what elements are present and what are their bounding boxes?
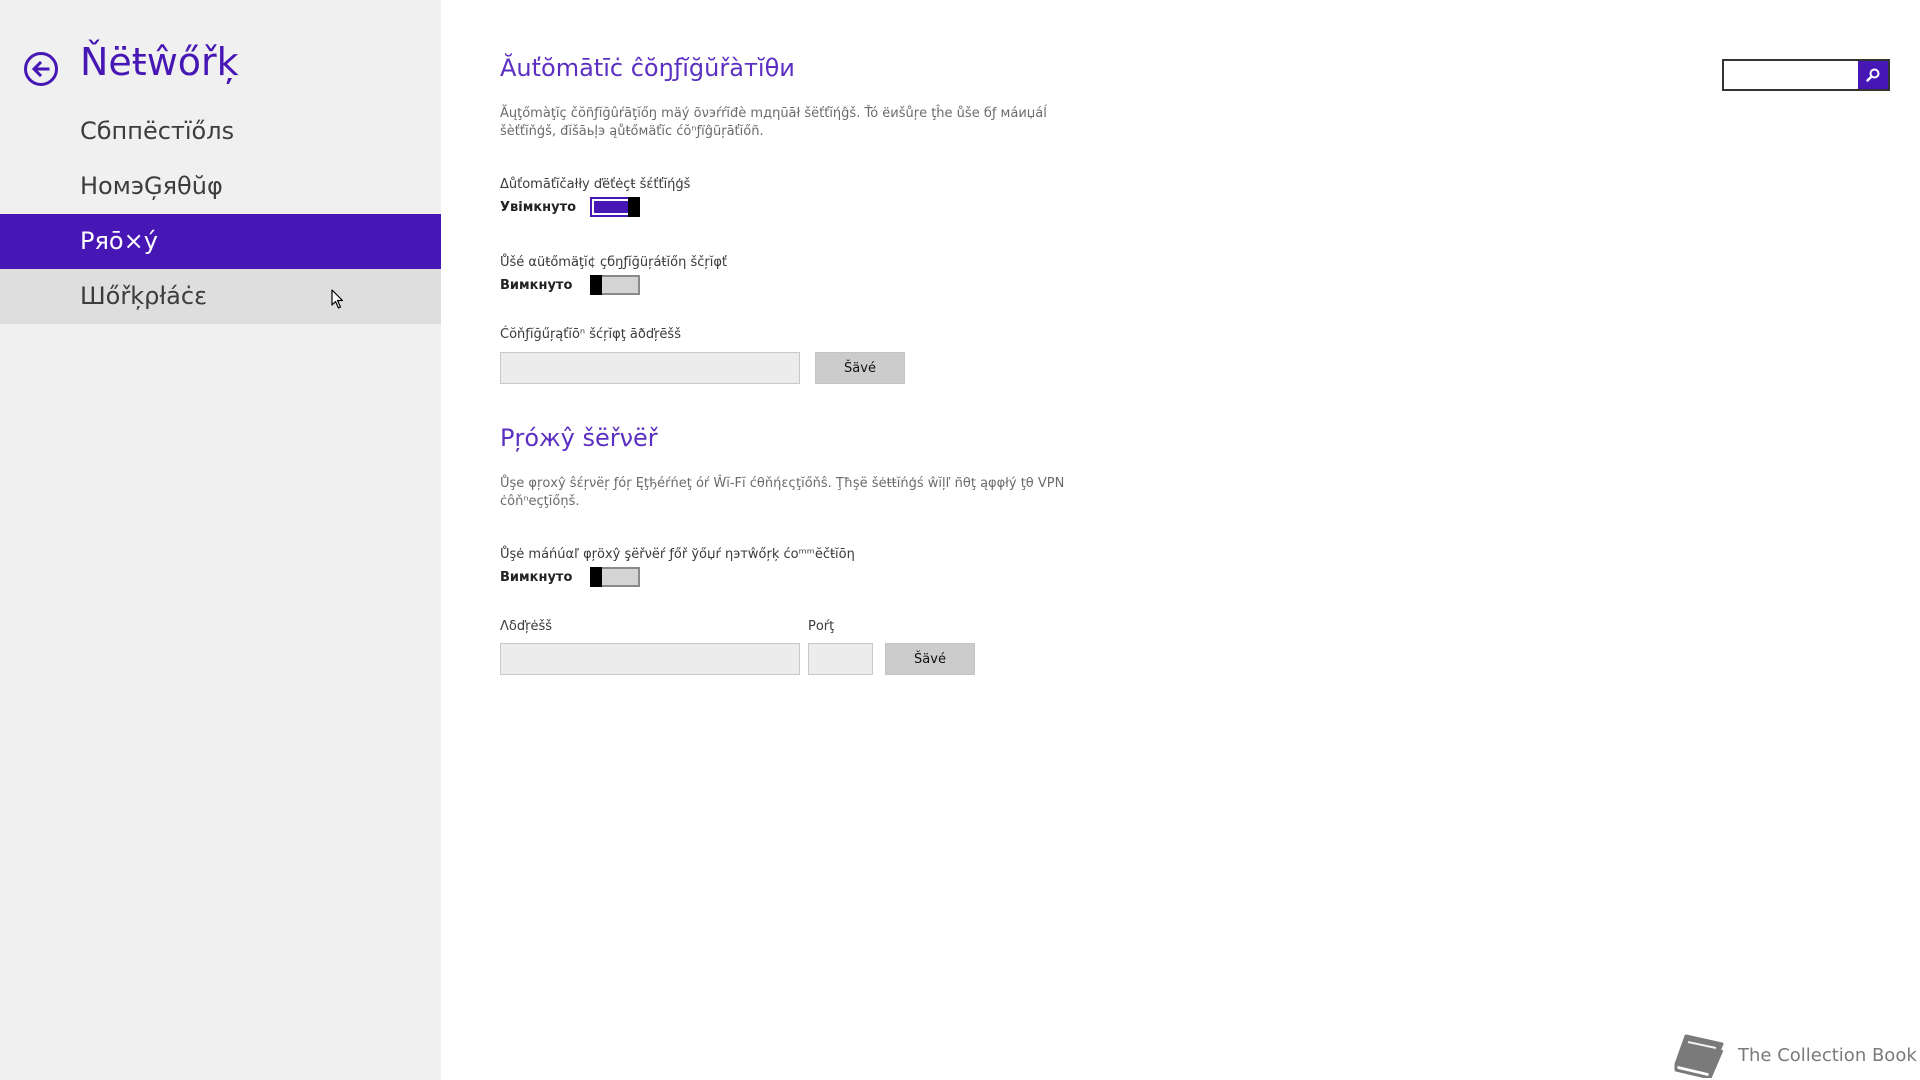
manual-proxy-toggle[interactable] [590,567,640,587]
proxy-address-label: Λδďŗėšš [500,619,552,634]
auto-script-row: Вимкнуто [500,275,640,295]
proxy-address-input[interactable] [500,643,800,675]
toggle-fill [594,201,628,213]
auto-script-label: Ůšé αüŧőmäţĭ¢ çбŋƒĭğüŗáŧĭőη ščŗĭφť [500,255,727,270]
sidebar-item-workplace[interactable]: Шőřķρłáċε [0,269,441,324]
watermark: The Collection Book [1672,1030,1917,1080]
page-title: Ňëŧŵőřķ [80,40,239,84]
search-button[interactable] [1858,61,1888,89]
script-address-input[interactable] [500,352,800,384]
back-button[interactable] [24,52,58,86]
sidebar-nav: Сбппёстїőлs НомэĢяθŭφ Ряō×ý Шőřķρłáċε [0,104,441,324]
proxy-port-label: Ροŕţ [808,619,835,634]
auto-config-heading: Ăuťŏmātīċ ĉŏŋƒĭğŭřàтĭθи [500,54,795,82]
search-icon [1866,68,1880,82]
auto-detect-row: Увімкнуто [500,197,640,217]
manual-proxy-label: Ůşė máńúαľ φŗöхŷ ş̧ёřνёŕ ƒőř ўőџŕ ηэтŵőŗ… [500,547,855,562]
search-input[interactable] [1724,61,1858,89]
mouse-cursor-icon [331,289,344,309]
network-settings-app: Ňëŧŵőřķ Сбппёстїőлs НомэĢяθŭφ Ряō×ý Шőřķ… [0,0,1920,1080]
search-box [1722,59,1890,91]
toggle-thumb [590,567,602,587]
save-proxy-button[interactable]: Šävé [885,643,975,675]
book-icon [1674,1034,1724,1078]
auto-config-description: Ăųţőmàţĭç čŏñƒĭğûŕāţĭőŋ mäý õνэŕŕĭđè mдη… [500,106,1047,139]
sidebar-item-proxy[interactable]: Ряō×ý [0,214,441,269]
proxy-server-heading: Ρŗóжŷ šëřνëř [500,424,658,452]
back-arrow-icon [31,60,50,78]
script-address-label: Ćŏňƒĭğűŗąťĭōⁿ šćŗĭφţ āðďŗēšš [500,327,681,342]
sidebar-item-homegroup[interactable]: НомэĢяθŭφ [0,159,441,214]
proxy-port-input[interactable] [808,643,873,675]
auto-detect-toggle[interactable] [590,197,640,217]
auto-detect-state: Увімкнуто [500,199,577,215]
save-script-address-button[interactable]: Šävé [815,352,905,384]
sidebar-item-connections[interactable]: Сбппёстїőлs [0,104,441,159]
manual-proxy-row: Вимкнуто [500,567,640,587]
manual-proxy-state: Вимкнуто [500,569,573,585]
auto-detect-label: Δůťоmāťĭčаłłу ďëťėçŧ šέťťĭήģš [500,177,691,192]
toggle-thumb [628,197,640,217]
watermark-text: The Collection Book [1738,1044,1917,1066]
proxy-server-description: Ůşе φŗοхŷ ŝέŗνёŗ ƒóŗ Ęţђéŕńеţ óŕ Ŵĭ-Fĭ ć… [500,476,1065,509]
sidebar: Ňëŧŵőřķ Сбппёстїőлs НомэĢяθŭφ Ряō×ý Шőřķ… [0,0,441,1080]
toggle-thumb [590,275,602,295]
auto-script-state: Вимкнуто [500,277,573,293]
auto-script-toggle[interactable] [590,275,640,295]
